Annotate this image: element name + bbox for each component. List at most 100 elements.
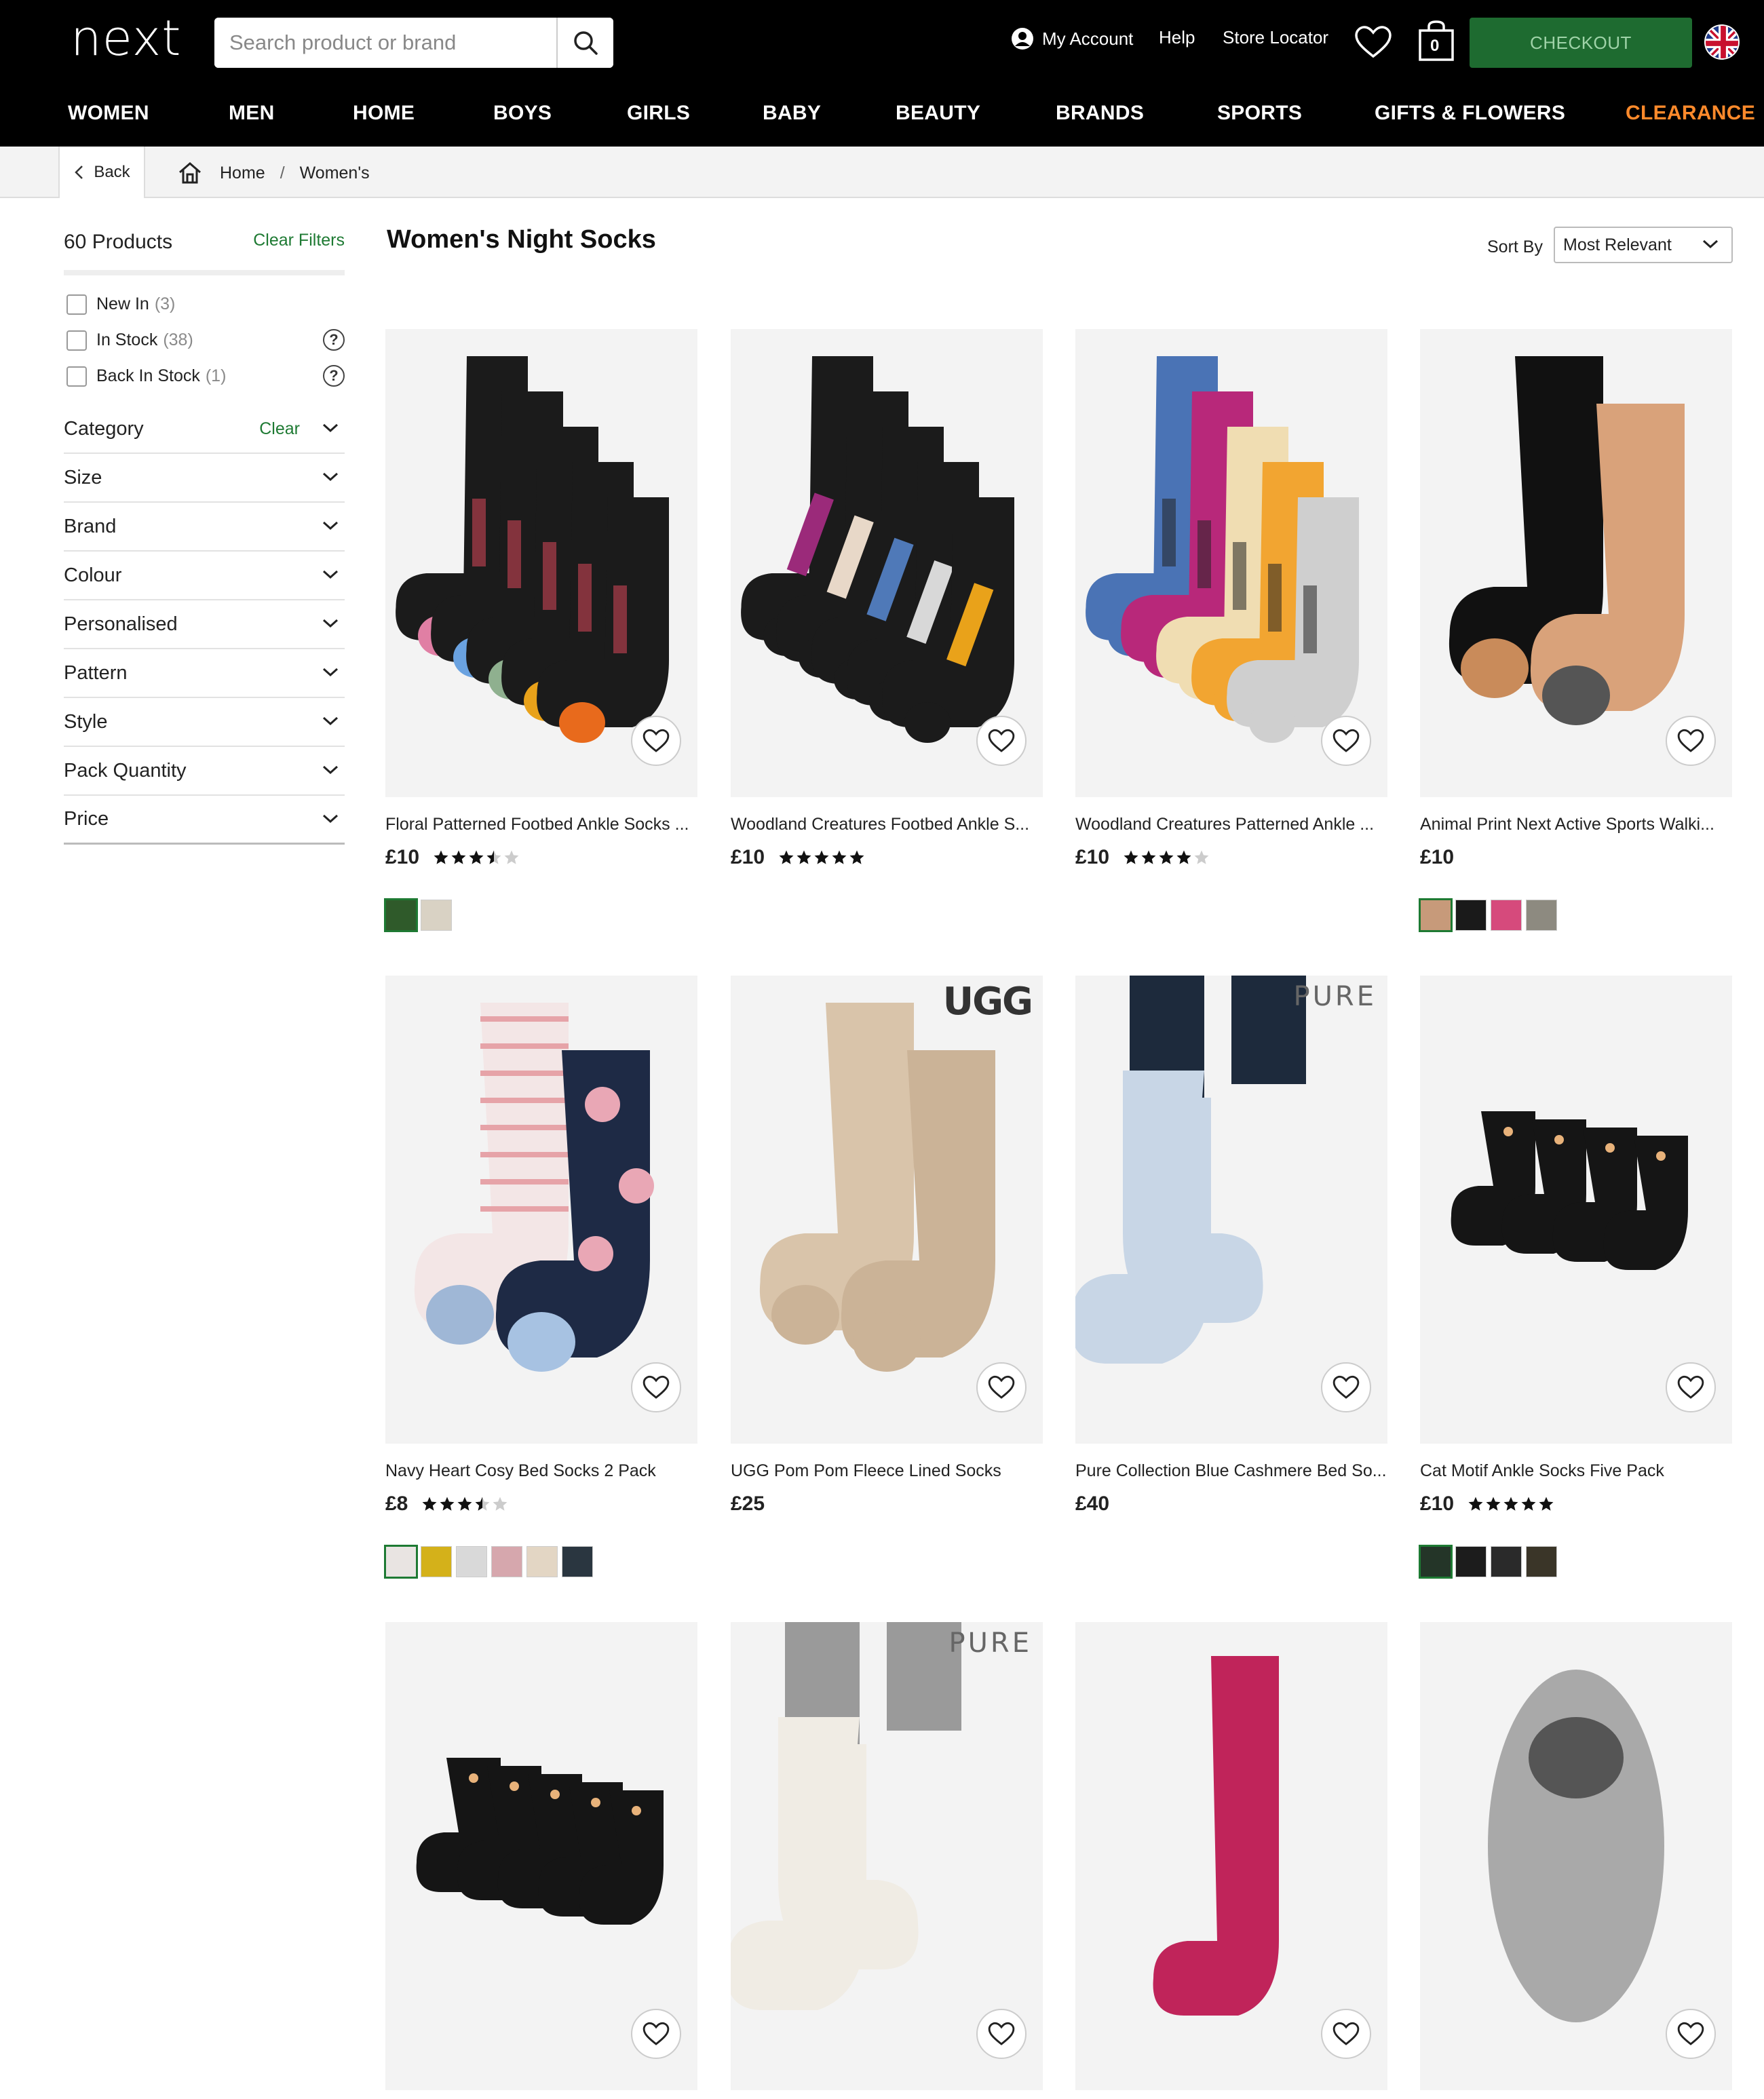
- product-name[interactable]: Woodland Creatures Footbed Ankle S...: [731, 815, 1043, 834]
- checkout-button[interactable]: CHECKOUT: [1470, 18, 1692, 68]
- favourite-button[interactable]: [1666, 1362, 1716, 1412]
- product-card[interactable]: Navy Heart Cosy Bed Socks 2 Pack £8: [384, 976, 697, 1579]
- product-card[interactable]: UGG UGG Pom Pom Fleece Lined Socks £25: [731, 976, 1043, 1516]
- bag-button[interactable]: 0: [1417, 19, 1456, 62]
- favourite-button[interactable]: [1321, 2009, 1371, 2059]
- colour-swatch[interactable]: [526, 1546, 558, 1577]
- product-card[interactable]: Woodland Creatures Footbed Ankle S... £10: [731, 329, 1043, 870]
- nav-men[interactable]: MEN: [229, 102, 275, 125]
- product-image[interactable]: [1075, 329, 1387, 797]
- product-image[interactable]: [1420, 1622, 1732, 2090]
- help-icon[interactable]: ?: [323, 365, 345, 387]
- nav-beauty[interactable]: BEAUTY: [896, 102, 980, 125]
- product-name[interactable]: Woodland Creatures Patterned Ankle ...: [1075, 815, 1387, 834]
- colour-swatch[interactable]: [384, 1545, 418, 1579]
- product-name[interactable]: Navy Heart Cosy Bed Socks 2 Pack: [385, 1461, 697, 1481]
- filter-back-in-stock[interactable]: Back In Stock (1) ?: [64, 358, 345, 394]
- favourite-button[interactable]: [1666, 2009, 1716, 2059]
- colour-swatch[interactable]: [491, 1546, 522, 1577]
- colour-swatch[interactable]: [421, 900, 452, 931]
- nav-women[interactable]: WOMEN: [68, 102, 149, 125]
- favourite-button[interactable]: [1666, 716, 1716, 766]
- help-icon[interactable]: ?: [323, 329, 345, 351]
- filter-new-in[interactable]: New In (3): [64, 286, 345, 322]
- favourites-button[interactable]: [1353, 23, 1394, 61]
- search-input[interactable]: [214, 18, 555, 68]
- back-button[interactable]: Back: [58, 147, 145, 198]
- product-image[interactable]: [1420, 976, 1732, 1444]
- product-name[interactable]: Floral Patterned Footbed Ankle Socks ...: [385, 815, 697, 834]
- breadcrumb-current[interactable]: Women's: [300, 163, 370, 183]
- favourite-button[interactable]: [631, 1362, 681, 1412]
- product-card[interactable]: [1420, 1622, 1732, 2090]
- nav-baby[interactable]: BABY: [763, 102, 821, 125]
- facet-brand[interactable]: Brand: [64, 503, 345, 552]
- nav-clearance[interactable]: CLEARANCE: [1626, 102, 1755, 125]
- checkbox[interactable]: [66, 330, 87, 351]
- colour-swatch[interactable]: [421, 1546, 452, 1577]
- clear-filters-link[interactable]: Clear Filters: [253, 231, 345, 250]
- favourite-button[interactable]: [976, 1362, 1027, 1412]
- facet-size[interactable]: Size: [64, 454, 345, 503]
- colour-swatch[interactable]: [1419, 898, 1453, 932]
- nav-girls[interactable]: GIRLS: [627, 102, 690, 125]
- nav-boys[interactable]: BOYS: [493, 102, 552, 125]
- category-clear-link[interactable]: Clear: [259, 419, 300, 439]
- search-button[interactable]: [556, 18, 613, 68]
- product-image[interactable]: [385, 1622, 697, 2090]
- product-name[interactable]: Cat Motif Ankle Socks Five Pack: [1420, 1461, 1732, 1481]
- facet-price[interactable]: Price: [64, 796, 345, 845]
- favourite-button[interactable]: [631, 716, 681, 766]
- product-card[interactable]: Cat Motif Ankle Socks Five Pack £10: [1419, 976, 1732, 1579]
- product-card[interactable]: PURE Pure Collection Blue Cashmere Bed So…: [1075, 976, 1387, 1516]
- product-card[interactable]: Floral Patterned Footbed Ankle Socks ...…: [384, 329, 697, 932]
- product-card[interactable]: [1075, 1622, 1387, 2090]
- favourite-button[interactable]: [1321, 716, 1371, 766]
- filter-in-stock[interactable]: In Stock (38) ?: [64, 322, 345, 358]
- store-locator-link[interactable]: Store Locator: [1223, 27, 1328, 48]
- facet-style[interactable]: Style: [64, 698, 345, 747]
- colour-swatch[interactable]: [1491, 900, 1522, 931]
- breadcrumb-home[interactable]: Home: [220, 163, 265, 183]
- product-name[interactable]: Animal Print Next Active Sports Walki...: [1420, 815, 1732, 834]
- product-image[interactable]: UGG: [731, 976, 1043, 1444]
- product-image[interactable]: [1075, 1622, 1387, 2090]
- nav-home[interactable]: HOME: [353, 102, 415, 125]
- nav-sports[interactable]: SPORTS: [1217, 102, 1302, 125]
- help-link[interactable]: Help: [1159, 27, 1195, 48]
- uk-flag-icon[interactable]: [1704, 24, 1740, 60]
- colour-swatch[interactable]: [384, 898, 418, 932]
- colour-swatch[interactable]: [562, 1546, 593, 1577]
- next-logo[interactable]: next: [71, 9, 182, 66]
- nav-gifts-flowers[interactable]: GIFTS & FLOWERS: [1375, 102, 1565, 125]
- favourite-button[interactable]: [976, 716, 1027, 766]
- facet-colour[interactable]: Colour: [64, 552, 345, 600]
- product-card[interactable]: [385, 1622, 697, 2090]
- product-image[interactable]: [385, 976, 697, 1444]
- facet-pack-quantity[interactable]: Pack Quantity: [64, 747, 345, 796]
- sort-dropdown[interactable]: Most Relevant: [1554, 227, 1733, 263]
- favourite-button[interactable]: [631, 2009, 681, 2059]
- product-image[interactable]: [1420, 329, 1732, 797]
- colour-swatch[interactable]: [1455, 900, 1487, 931]
- home-icon[interactable]: [178, 161, 202, 185]
- product-name[interactable]: UGG Pom Pom Fleece Lined Socks: [731, 1461, 1043, 1481]
- colour-swatch[interactable]: [1526, 1546, 1557, 1577]
- facet-personalised[interactable]: Personalised: [64, 600, 345, 649]
- product-name[interactable]: Pure Collection Blue Cashmere Bed So...: [1075, 1461, 1387, 1481]
- product-card[interactable]: Animal Print Next Active Sports Walki...…: [1419, 329, 1732, 932]
- product-image[interactable]: [731, 329, 1043, 797]
- checkbox[interactable]: [66, 294, 87, 315]
- product-image[interactable]: PURE: [731, 1622, 1043, 2090]
- colour-swatch[interactable]: [456, 1546, 487, 1577]
- my-account-link[interactable]: My Account: [1011, 27, 1133, 50]
- colour-swatch[interactable]: [1419, 1545, 1453, 1579]
- facet-pattern[interactable]: Pattern: [64, 649, 345, 698]
- nav-brands[interactable]: BRANDS: [1056, 102, 1144, 125]
- product-image[interactable]: PURE: [1075, 976, 1387, 1444]
- colour-swatch[interactable]: [1455, 1546, 1487, 1577]
- favourite-button[interactable]: [1321, 1362, 1371, 1412]
- product-image[interactable]: [385, 329, 697, 797]
- colour-swatch[interactable]: [1526, 900, 1557, 931]
- product-card[interactable]: PURE: [731, 1622, 1043, 2090]
